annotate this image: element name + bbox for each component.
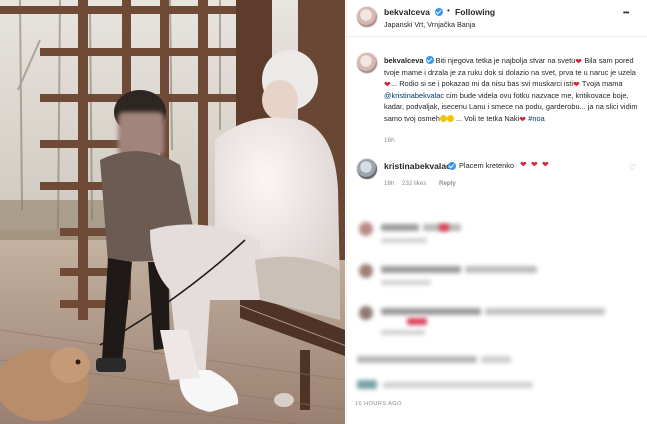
- blurred-comment: [465, 266, 537, 273]
- blurred-comment: [381, 238, 427, 243]
- post-photo-illustration: [0, 0, 345, 424]
- blurred-comment: [383, 382, 533, 388]
- blurred-avatar: [359, 222, 373, 236]
- heart-eyes-emoji: [439, 114, 447, 122]
- caption-text-1: Biti njegova tetka je najbolja stvar na …: [435, 56, 576, 65]
- comment-text: Placem kretenko: [459, 161, 515, 170]
- caption-hashtag-link[interactable]: #noa: [528, 114, 544, 123]
- post-date: 16 HOURS AGO: [355, 401, 402, 407]
- commenter-verified-badge-icon: [448, 162, 456, 170]
- blurred-comment: [357, 356, 477, 363]
- heart-outline-icon[interactable]: ♡: [629, 163, 636, 172]
- blurred-comment: [381, 330, 425, 335]
- caption-username[interactable]: bekvalceva: [384, 56, 423, 65]
- commenter-username[interactable]: kristinabekvalac: [384, 161, 451, 171]
- blurred-comment: [381, 280, 431, 285]
- red-heart-emoji: ❤: [519, 114, 526, 124]
- caption-timestamp: 16h: [384, 137, 395, 144]
- red-heart-emoji: ❤: [531, 160, 538, 169]
- instagram-post-window: bekvalceva • Following Japanski Vrt, Vrn…: [0, 0, 647, 424]
- caption-author-avatar[interactable]: [356, 52, 378, 74]
- red-heart-emoji: ❤: [542, 160, 549, 169]
- comment-timestamp: 16h: [384, 180, 395, 187]
- smiling-emoji: [446, 114, 454, 122]
- blurred-comment: [407, 318, 427, 325]
- post-location[interactable]: Japanski Vrt, Vrnjačka Banja: [384, 20, 475, 29]
- blurred-comment: [485, 308, 605, 315]
- blurred-comment: [381, 266, 461, 273]
- post-header: bekvalceva • Following Japanski Vrt, Vrn…: [347, 0, 647, 37]
- post-caption: bekvalceva Biti njegova tetka je najbolj…: [384, 55, 639, 125]
- blurred-icon: [357, 380, 377, 389]
- caption-verified-badge-icon: [425, 56, 434, 64]
- caption-text-6: ... Voli te tetka Naki: [455, 113, 520, 123]
- blurred-avatar: [359, 306, 373, 320]
- caption-mention-link[interactable]: @kristinabekvalac: [384, 91, 444, 100]
- verified-badge-icon: [435, 8, 443, 16]
- red-heart-emoji: ❤: [572, 80, 580, 90]
- commenter-avatar[interactable]: [356, 158, 378, 180]
- author-username[interactable]: bekvalceva: [384, 7, 430, 17]
- caption-text-4: Tvoja mama: [581, 79, 623, 89]
- blurred-comment: [439, 224, 449, 231]
- author-avatar[interactable]: [356, 6, 378, 28]
- blurred-comment: [481, 356, 511, 363]
- post-photo[interactable]: [0, 0, 345, 424]
- red-heart-emoji: ❤: [384, 80, 391, 90]
- post-details-panel: bekvalceva • Following Japanski Vrt, Vrn…: [346, 0, 647, 424]
- comment-likes-count[interactable]: 232 likes: [402, 180, 426, 187]
- separator-dot: •: [447, 6, 450, 15]
- blurred-comment: [381, 224, 419, 231]
- following-button[interactable]: Following: [455, 7, 495, 17]
- red-heart-emoji: ❤: [575, 57, 582, 66]
- blurred-comment: [381, 308, 481, 315]
- red-heart-emoji: ❤: [520, 160, 527, 169]
- caption-text-3: ... Rodio si se i pokazao mi da nisu bas…: [391, 79, 573, 89]
- blurred-avatar: [359, 264, 373, 278]
- comment-reply-button[interactable]: Reply: [439, 180, 456, 187]
- more-options-icon[interactable]: •••: [623, 10, 629, 17]
